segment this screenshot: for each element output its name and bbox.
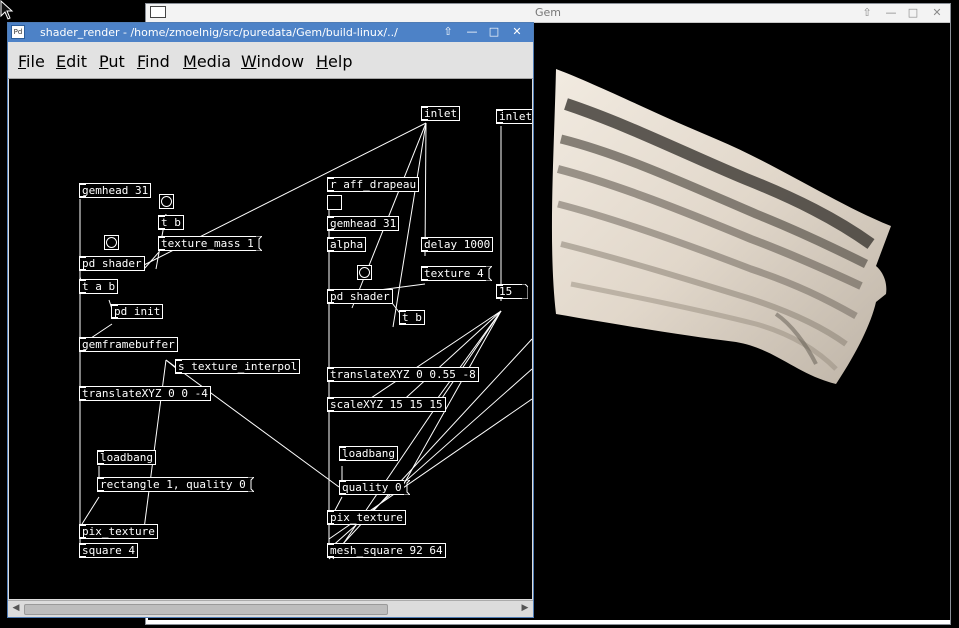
- menu-window[interactable]: Window: [241, 52, 304, 71]
- pd-app-icon: Pd: [11, 25, 25, 39]
- mouse-cursor-icon: [0, 0, 14, 20]
- menu-help[interactable]: Help: [316, 52, 352, 71]
- bang-1[interactable]: [159, 194, 174, 209]
- obj-gemframebuffer[interactable]: gemframebuffer: [79, 337, 178, 352]
- menu-file[interactable]: File: [18, 52, 45, 71]
- bang-3[interactable]: [357, 265, 372, 280]
- obj-mesh-square[interactable]: mesh_square 92 64: [327, 543, 446, 558]
- obj-loadbang-2[interactable]: loadbang: [339, 446, 398, 461]
- pd-up-icon[interactable]: ⇧: [439, 24, 457, 40]
- gem-maximize-button[interactable]: □: [905, 5, 921, 21]
- bang-2[interactable]: [104, 235, 119, 250]
- pd-close-button[interactable]: ✕: [508, 24, 526, 40]
- number-box[interactable]: 15: [496, 284, 528, 299]
- obj-scaleXYZ[interactable]: scaleXYZ 15 15 15: [327, 397, 446, 412]
- obj-translateXYZ-1[interactable]: translateXYZ 0 0 -4: [79, 386, 211, 401]
- msg-quality-label: quality 0: [342, 481, 402, 494]
- menu-put[interactable]: Put: [99, 52, 125, 71]
- gem-window-title: Gem: [534, 6, 561, 19]
- obj-loadbang-1[interactable]: loadbang: [97, 450, 156, 465]
- gem-frame-bottom: [146, 620, 950, 624]
- obj-inlet-1[interactable]: inlet: [421, 106, 461, 121]
- pd-titlebar[interactable]: Pd shader_render - /home/zmoelnig/src/pu…: [8, 23, 533, 42]
- horizontal-scrollbar[interactable]: ◀ ▶: [8, 600, 533, 617]
- scroll-left-arrow-icon[interactable]: ◀: [10, 603, 22, 614]
- obj-inlet-2[interactable]: inlet: [496, 109, 532, 124]
- obj-t-b[interactable]: t b: [158, 215, 184, 230]
- msg-rectangle-label: rectangle 1, quality 0: [100, 478, 246, 491]
- pd-minimize-button[interactable]: —: [463, 24, 481, 40]
- rendered-flag: [551, 69, 891, 384]
- msg-texture-4-label: texture 4: [424, 267, 484, 280]
- obj-pix-texture-2[interactable]: pix_texture: [327, 510, 406, 525]
- msg-texture-4[interactable]: texture 4: [421, 266, 492, 281]
- obj-delay-1000[interactable]: delay 1000: [421, 237, 494, 252]
- obj-r-aff-drapeau[interactable]: r aff_drapeau: [327, 177, 420, 192]
- pd-maximize-button[interactable]: □: [485, 24, 503, 40]
- obj-translateXYZ-2[interactable]: translateXYZ 0 0.55 -8: [327, 367, 479, 382]
- obj-s-texture-interpol[interactable]: s texture_interpol: [175, 359, 301, 374]
- obj-gemhead-31[interactable]: gemhead 31: [79, 183, 152, 198]
- gem-minimize-button[interactable]: —: [883, 5, 899, 21]
- gem-up-icon[interactable]: ⇧: [859, 5, 875, 21]
- pd-window-title: shader_render - /home/zmoelnig/src/pured…: [40, 26, 398, 39]
- obj-pix-texture-1[interactable]: pix_texture: [79, 524, 158, 539]
- scroll-thumb[interactable]: [24, 604, 388, 615]
- obj-alpha[interactable]: alpha: [327, 237, 367, 252]
- obj-pd-init[interactable]: pd init: [111, 304, 164, 319]
- number-box-value: 15: [499, 285, 513, 298]
- msg-quality[interactable]: quality 0: [339, 480, 410, 495]
- obj-gemhead-31-b[interactable]: gemhead 31: [327, 216, 400, 231]
- toggle[interactable]: [327, 195, 342, 210]
- msg-texture-mass-label: texture_mass 1: [161, 237, 254, 250]
- menu-edit[interactable]: Edit: [56, 52, 87, 71]
- menu-media[interactable]: Media: [183, 52, 231, 71]
- msg-texture-mass[interactable]: texture_mass 1: [158, 236, 262, 251]
- obj-pd-shader-1[interactable]: pd shader: [79, 256, 145, 271]
- pd-canvas[interactable]: gemhead 31 t b texture_mass 1 pd shader …: [9, 79, 532, 599]
- menu-find[interactable]: Find: [137, 52, 170, 71]
- obj-t-b-2[interactable]: t b: [399, 310, 425, 325]
- gem-close-button[interactable]: ✕: [929, 5, 945, 21]
- obj-pd-shader-2[interactable]: pd shader: [327, 289, 393, 304]
- pd-patch-window: Pd shader_render - /home/zmoelnig/src/pu…: [7, 22, 534, 618]
- msg-rectangle[interactable]: rectangle 1, quality 0: [97, 477, 254, 492]
- pd-menubar: File Edit Put Find Media Window Help: [8, 42, 533, 79]
- gem-titlebar[interactable]: Gem ⇧ — □ ✕: [146, 4, 950, 23]
- obj-t-a-b[interactable]: t a b: [79, 279, 119, 294]
- scroll-right-arrow-icon[interactable]: ▶: [519, 603, 531, 614]
- obj-square[interactable]: square 4: [79, 543, 138, 558]
